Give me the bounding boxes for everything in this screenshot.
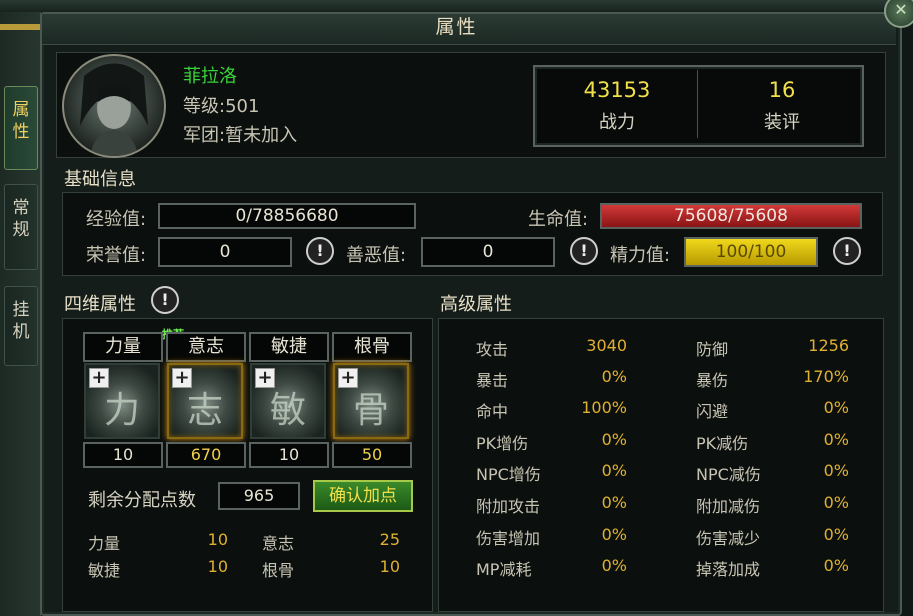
tab-attributes[interactable]: 属性 [4,86,38,170]
tab-general-label: 常规 [12,198,30,240]
adv-label-left: 命中 [476,402,509,421]
remaining-points-label: 剩余分配点数 [88,490,196,511]
tab-general[interactable]: 常规 [4,184,38,270]
tab-attributes-label: 属性 [12,100,30,142]
adv-label-right: PK减伤 [696,434,749,453]
adv-label-left: 附加攻击 [476,497,541,516]
karma-label: 善恶值: [346,245,407,266]
summary-strength-label: 力量 [88,534,121,553]
summary-strength-value: 10 [207,530,228,549]
avatar [62,54,166,158]
power-value: 43153 [583,78,651,102]
adv-label-left: PK增伤 [476,434,529,453]
karma-info-icon[interactable]: ! [570,237,598,265]
exp-value: 0/78856680 [158,203,416,229]
four-dims-info-icon[interactable]: ! [151,286,179,314]
adv-label-right: 附加减伤 [696,497,761,516]
summary-constitution-value: 10 [379,557,400,576]
power-label: 战力 [599,112,635,133]
honor-info-icon[interactable]: ! [306,237,334,265]
adv-value-left: 3040 [586,336,627,355]
adv-label-left: MP减耗 [476,560,532,579]
constitution-value: 50 [332,442,412,468]
exp-label: 经验值: [86,209,147,230]
confirm-points-button[interactable]: 确认加点 [313,480,413,512]
adv-value-right: 0% [823,525,849,544]
honor-value: 0 [158,237,292,267]
summary-agility-label: 敏捷 [88,561,121,580]
character-legion: 军团:暂未加入 [183,125,298,146]
agility-glyph: 敏 [269,390,306,431]
adv-value-right: 0% [823,461,849,480]
adv-value-left: 0% [601,367,627,386]
character-name: 菲拉洛 [183,66,237,87]
gear-score-value: 16 [768,78,796,102]
strength-glyph: 力 [103,390,140,431]
dim-header-strength: 力量 [83,332,163,362]
advanced-heading: 高级属性 [440,294,512,315]
agility-rune-icon[interactable]: + 敏 [250,363,326,439]
adv-label-right: 防御 [696,340,729,359]
hp-bar: 75608/75608 [600,203,862,229]
summary-agility-value: 10 [207,557,228,576]
dim-header-agility: 敏捷 [249,332,329,362]
hp-label: 生命值: [528,209,589,230]
adv-label-right: 暴伤 [696,371,729,390]
will-value: 670 [166,442,246,468]
adv-label-left: 暴击 [476,371,509,390]
adv-value-left: 0% [601,493,627,512]
adv-value-right: 0% [823,556,849,575]
tab-idle-label: 挂机 [12,300,30,342]
adv-label-right: 闪避 [696,402,729,421]
summary-constitution-label: 根骨 [262,561,295,580]
avatar-portrait [80,63,148,156]
energy-bar: 100/100 [684,237,818,267]
will-rune-icon[interactable]: + 志 [167,363,243,439]
agility-value: 10 [249,442,329,468]
stats-divider [697,70,698,138]
dim-header-constitution: 根骨 [332,332,412,362]
constitution-rune-icon[interactable]: + 骨 [333,363,409,439]
adv-value-right: 0% [823,430,849,449]
panel-title: 属性 [435,16,478,38]
constitution-glyph: 骨 [352,390,389,431]
will-glyph: 志 [186,390,223,431]
adv-label-left: NPC增伤 [476,465,541,484]
adv-label-left: 攻击 [476,340,509,359]
character-level: 等级:501 [183,96,260,117]
adv-value-right: 0% [823,398,849,417]
honor-label: 荣誉值: [86,245,147,266]
adv-value-left: 0% [601,556,627,575]
remaining-points-value: 965 [218,482,300,510]
adv-value-right: 1256 [808,336,849,355]
adv-label-right: NPC减伤 [696,465,761,484]
adv-value-right: 0% [823,493,849,512]
summary-will-value: 25 [379,530,400,549]
adv-value-left: 100% [581,398,627,417]
strength-value: 10 [83,442,163,468]
karma-value: 0 [421,237,555,267]
strength-rune-icon[interactable]: + 力 [84,363,160,439]
tab-idle[interactable]: 挂机 [4,286,38,366]
gear-score-label: 装评 [764,112,800,133]
adv-value-right: 170% [803,367,849,386]
adv-value-left: 0% [601,461,627,480]
four-dims-heading: 四维属性 [64,294,136,315]
summary-will-label: 意志 [262,534,295,553]
adv-label-right: 掉落加成 [696,560,761,579]
dim-header-will: 意志 [166,332,246,362]
energy-label: 精力值: [610,245,671,266]
adv-value-left: 0% [601,430,627,449]
energy-info-icon[interactable]: ! [833,237,861,265]
basic-info-heading: 基础信息 [64,169,136,190]
adv-label-left: 伤害增加 [476,529,541,548]
adv-label-right: 伤害减少 [696,529,761,548]
adv-value-left: 0% [601,525,627,544]
